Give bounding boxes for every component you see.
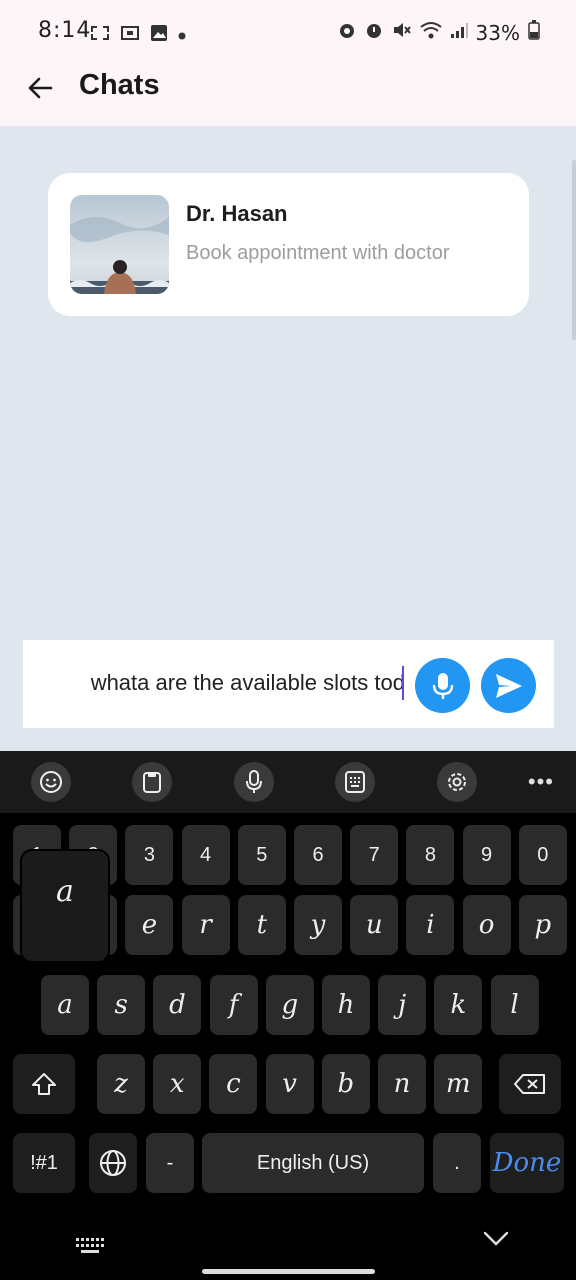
- key-z[interactable]: z: [97, 1054, 145, 1114]
- mic-button[interactable]: [415, 658, 470, 713]
- keyboard: ••• 1234567890qwertyuiopasdfghjklzxcvbnm…: [0, 751, 576, 1280]
- signal-icon: [450, 21, 468, 45]
- key-n[interactable]: n: [378, 1054, 426, 1114]
- period-key[interactable]: .: [433, 1133, 481, 1193]
- scrollbar: [572, 160, 576, 340]
- clipboard-icon[interactable]: [132, 762, 172, 802]
- home-indicator[interactable]: [202, 1269, 375, 1274]
- key-s[interactable]: s: [97, 975, 146, 1035]
- screenshot-icon: [90, 24, 110, 47]
- send-icon: [495, 673, 522, 698]
- key-d[interactable]: d: [153, 975, 202, 1035]
- key-x[interactable]: x: [153, 1054, 202, 1114]
- key-i[interactable]: i: [406, 895, 455, 955]
- backspace-icon: [514, 1074, 545, 1094]
- keyboard-toolbar: •••: [0, 751, 576, 813]
- alarm-clock-icon: [364, 21, 384, 45]
- symbols-key[interactable]: !#1: [13, 1133, 75, 1193]
- dot-icon: [178, 27, 186, 45]
- key-u[interactable]: u: [350, 895, 399, 955]
- keyboard-mode-icon[interactable]: [335, 762, 375, 802]
- globe-icon: [100, 1150, 126, 1176]
- alarm-icon: [338, 21, 356, 45]
- key-m[interactable]: m: [434, 1054, 483, 1114]
- app-bar: Chats: [0, 64, 576, 126]
- key-l[interactable]: l: [490, 975, 539, 1035]
- key-r[interactable]: r: [181, 895, 230, 955]
- status-bar: 8:14 33%: [0, 0, 576, 64]
- key-0[interactable]: 0: [518, 825, 567, 885]
- key-h[interactable]: h: [322, 975, 370, 1035]
- settings-gear-icon[interactable]: [437, 762, 477, 802]
- key-p[interactable]: p: [518, 895, 567, 955]
- status-time: 8:14: [38, 18, 92, 43]
- key-v[interactable]: v: [265, 1054, 314, 1114]
- microphone-icon: [432, 672, 453, 699]
- text-cursor: [402, 666, 404, 700]
- wifi-icon: [419, 21, 442, 45]
- key-g[interactable]: g: [265, 975, 314, 1035]
- back-arrow-icon[interactable]: [24, 72, 56, 104]
- dash-key[interactable]: -: [146, 1133, 194, 1193]
- mute-icon: [392, 21, 412, 45]
- key-k[interactable]: k: [434, 975, 483, 1035]
- key-y[interactable]: y: [294, 895, 342, 955]
- key-c[interactable]: c: [209, 1054, 258, 1114]
- key-7[interactable]: 7: [350, 825, 399, 885]
- more-options-icon[interactable]: •••: [528, 769, 554, 795]
- hide-keyboard-chevron-icon[interactable]: [483, 1231, 509, 1252]
- space-key[interactable]: English (US): [202, 1133, 424, 1193]
- screen-record-icon: [120, 24, 140, 47]
- key-j[interactable]: j: [378, 975, 427, 1035]
- shift-key[interactable]: [13, 1054, 75, 1114]
- contact-name: Dr. Hasan: [186, 201, 288, 226]
- key-3[interactable]: 3: [125, 825, 174, 885]
- key-4[interactable]: 4: [181, 825, 230, 885]
- gallery-icon: [150, 24, 168, 47]
- voice-input-icon[interactable]: [234, 762, 274, 802]
- send-button[interactable]: [481, 658, 536, 713]
- key-f[interactable]: f: [209, 975, 258, 1035]
- key-e[interactable]: e: [125, 895, 174, 955]
- battery-percentage: 33%: [475, 21, 520, 45]
- contact-subtitle: Book appointment with doctor: [186, 242, 450, 264]
- message-input[interactable]: whata are the available slots tod: [37, 670, 405, 696]
- key-o[interactable]: o: [462, 895, 511, 955]
- key-preview-popup: a: [22, 851, 108, 961]
- key-a[interactable]: a: [41, 975, 89, 1035]
- key-t[interactable]: t: [237, 895, 286, 955]
- battery-icon: [528, 20, 540, 46]
- page-title: Chats: [79, 69, 160, 101]
- shift-icon: [32, 1073, 56, 1095]
- key-8[interactable]: 8: [406, 825, 455, 885]
- keyboard-switch-icon[interactable]: [76, 1238, 104, 1259]
- backspace-key[interactable]: [499, 1054, 561, 1114]
- key-9[interactable]: 9: [462, 825, 511, 885]
- chat-list-item[interactable]: Dr. Hasan Book appointment with doctor: [48, 173, 529, 316]
- key-b[interactable]: b: [321, 1054, 370, 1114]
- emoji-icon[interactable]: [31, 762, 71, 802]
- done-key[interactable]: Done: [490, 1133, 564, 1193]
- key-6[interactable]: 6: [294, 825, 342, 885]
- key-5[interactable]: 5: [237, 825, 286, 885]
- avatar: [70, 195, 169, 294]
- language-key[interactable]: [89, 1133, 137, 1193]
- message-compose-bar: whata are the available slots tod: [23, 640, 554, 728]
